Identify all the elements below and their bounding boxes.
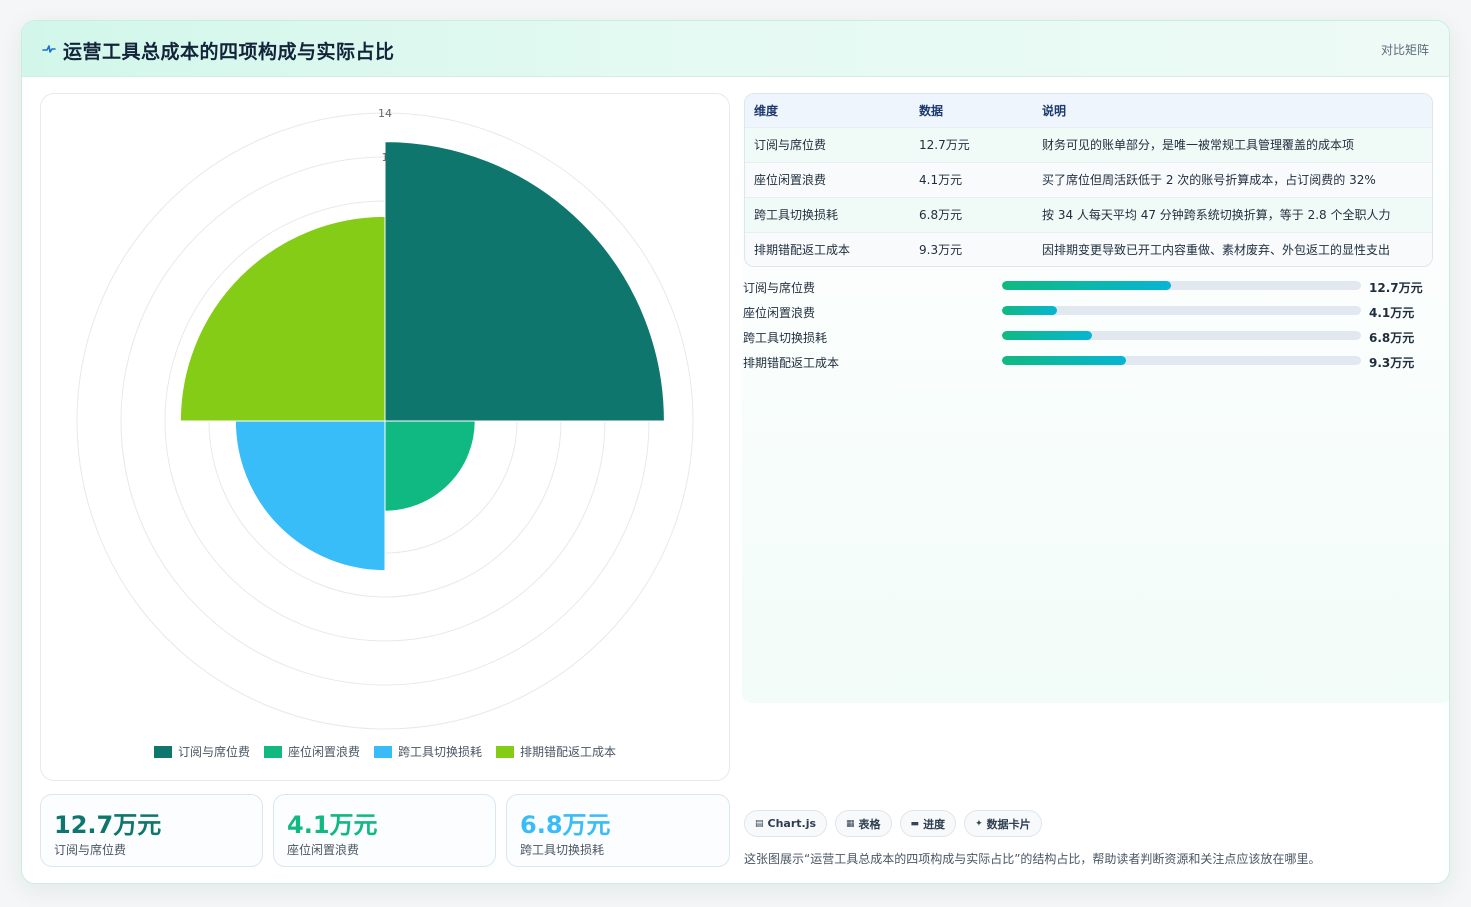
progress-track	[1002, 331, 1361, 340]
progress-value: 9.3万元	[1369, 356, 1415, 370]
legend-swatch	[374, 745, 392, 758]
cell-value: 4.1万元	[919, 173, 963, 187]
column-header: 数据	[919, 103, 944, 118]
polar-segment	[234, 420, 386, 572]
progress-bars: 订阅与席位费 12.7万元 座位闲置浪费 4.1万元 跨工具切换损耗 6.8万元…	[743, 276, 1433, 376]
progress-value: 6.8万元	[1369, 331, 1415, 345]
legend-swatch	[496, 745, 515, 758]
progress-row: 跨工具切换损耗 6.8万元	[743, 326, 1433, 351]
cell-value: 6.8万元	[919, 208, 963, 222]
progress-label: 排期错配返工成本	[743, 356, 840, 370]
polar-chart-panel: 1 14 订阅与席位费 座位闲置浪费 跨工具切换损耗 排期错配返工成本	[40, 93, 730, 781]
legend-item[interactable]: 订阅与席位费	[153, 743, 250, 760]
legend-label: 座位闲置浪费	[287, 745, 360, 759]
r-tick-label: 1	[382, 151, 389, 164]
cell-value: 12.7万元	[919, 138, 970, 152]
tag-label: 表格	[858, 817, 881, 831]
table-row: 排期错配返工成本 9.3万元 因排期变更导致已开工内容重做、素材废弃、外包返工的…	[745, 232, 1432, 266]
stat-label: 订阅与席位费	[54, 843, 127, 857]
r-tick-label: 14	[378, 107, 392, 120]
cell-dimension: 排期错配返工成本	[754, 243, 851, 258]
cell-note: 因排期变更导致已开工内容重做、素材废弃、外包返工的显性支出	[1042, 243, 1391, 258]
data-table: 维度 数据 说明 订阅与席位费 12.7万元 财务可见的账单部分，是唯一被常规工…	[744, 93, 1433, 267]
tag-label: 进度	[923, 817, 946, 831]
progress-fill	[1002, 356, 1126, 365]
progress-fill	[1002, 331, 1093, 340]
tag-label: 数据卡片	[986, 817, 1031, 831]
tag-table[interactable]: ▦ 表格	[835, 810, 892, 837]
tag-chartjs[interactable]: ▤ Chart.js	[744, 810, 828, 837]
polar-area-chart: 1 14	[76, 107, 694, 730]
stat-label: 跨工具切换损耗	[520, 843, 605, 857]
legend-item[interactable]: 排期错配返工成本	[496, 743, 616, 760]
table-icon: ▦	[846, 818, 855, 829]
progress-label: 跨工具切换损耗	[743, 331, 828, 345]
stat-value: 6.8万元	[520, 811, 611, 839]
chart-icon: ▤	[755, 818, 764, 829]
legend-label: 排期错配返工成本	[520, 745, 617, 759]
stat-value: 4.1万元	[287, 811, 378, 839]
tag-data-card[interactable]: ✦ 数据卡片	[964, 810, 1042, 837]
polar-segment	[384, 141, 665, 422]
progress-fill	[1002, 281, 1171, 290]
table-row: 订阅与席位费 12.7万元 财务可见的账单部分，是唯一被常规工具管理覆盖的成本项	[745, 127, 1432, 162]
progress-value: 12.7万元	[1369, 281, 1423, 295]
progress-icon: ▬	[910, 818, 920, 829]
progress-row: 排期错配返工成本 9.3万元	[743, 351, 1433, 376]
cell-note: 财务可见的账单部分，是唯一被常规工具管理覆盖的成本项	[1042, 138, 1355, 152]
sparkle-icon: ✦	[975, 818, 983, 829]
cell-dimension: 座位闲置浪费	[754, 173, 827, 187]
chart-legend: 订阅与席位费 座位闲置浪费 跨工具切换损耗 排期错配返工成本	[41, 743, 729, 760]
stat-value: 12.7万元	[54, 811, 162, 839]
legend-item[interactable]: 跨工具切换损耗	[374, 743, 482, 760]
legend-label: 订阅与席位费	[177, 745, 250, 759]
table-header-row: 维度 数据 说明	[745, 94, 1432, 127]
progress-track	[1002, 356, 1361, 365]
progress-track	[1002, 306, 1361, 315]
table-row: 座位闲置浪费 4.1万元 买了席位但周活跃低于 2 次的账号折算成本，占订阅费的…	[745, 162, 1432, 197]
legend-swatch	[153, 745, 172, 758]
cell-note: 按 34 人每天平均 47 分钟跨系统切换折算，等于 2.8 个全职人力	[1042, 208, 1391, 222]
column-header: 说明	[1042, 103, 1067, 118]
cell-note: 买了席位但周活跃低于 2 次的账号折算成本，占订阅费的 32%	[1042, 173, 1376, 187]
pulse-icon	[42, 45, 56, 53]
compare-matrix-label: 对比矩阵	[1380, 43, 1429, 57]
stat-card: 6.8万元 跨工具切换损耗	[506, 794, 730, 867]
progress-row: 座位闲置浪费 4.1万元	[743, 301, 1433, 326]
progress-label: 订阅与席位费	[743, 281, 816, 295]
feature-tags: ▤ Chart.js ▦ 表格 ▬ 进度 ✦ 数据卡片	[744, 810, 1042, 837]
legend-swatch	[263, 745, 282, 758]
tag-progress[interactable]: ▬ 进度	[899, 810, 957, 837]
polar-segment	[179, 215, 386, 422]
page-title: 运营工具总成本的四项构成与实际占比	[63, 41, 395, 63]
column-header: 维度	[754, 103, 779, 118]
stat-label: 座位闲置浪费	[287, 843, 360, 857]
legend-label: 跨工具切换损耗	[398, 745, 483, 759]
chart-description: 这张图展示“运营工具总成本的四项构成与实际占比”的结构占比，帮助读者判断资源和关…	[744, 852, 1321, 866]
cell-dimension: 订阅与席位费	[754, 138, 827, 152]
progress-row: 订阅与席位费 12.7万元	[743, 276, 1433, 301]
stat-card: 12.7万元 订阅与席位费	[40, 794, 263, 867]
legend-item[interactable]: 座位闲置浪费	[263, 743, 360, 760]
progress-label: 座位闲置浪费	[743, 306, 816, 320]
cell-dimension: 跨工具切换损耗	[754, 208, 839, 222]
cell-value: 9.3万元	[919, 243, 963, 258]
stat-card: 4.1万元 座位闲置浪费	[273, 794, 496, 867]
progress-track	[1002, 281, 1361, 290]
tag-label: Chart.js	[767, 817, 817, 830]
table-row: 跨工具切换损耗 6.8万元 按 34 人每天平均 47 分钟跨系统切换折算，等于…	[745, 197, 1432, 232]
main-card: 运营工具总成本的四项构成与实际占比 对比矩阵 1 14 订阅与席位费 座位闲置浪费…	[21, 20, 1450, 884]
card-header: 运营工具总成本的四项构成与实际占比 对比矩阵	[22, 21, 1449, 77]
progress-fill	[1002, 306, 1057, 315]
progress-value: 4.1万元	[1369, 306, 1415, 320]
polar-segment	[384, 420, 476, 512]
